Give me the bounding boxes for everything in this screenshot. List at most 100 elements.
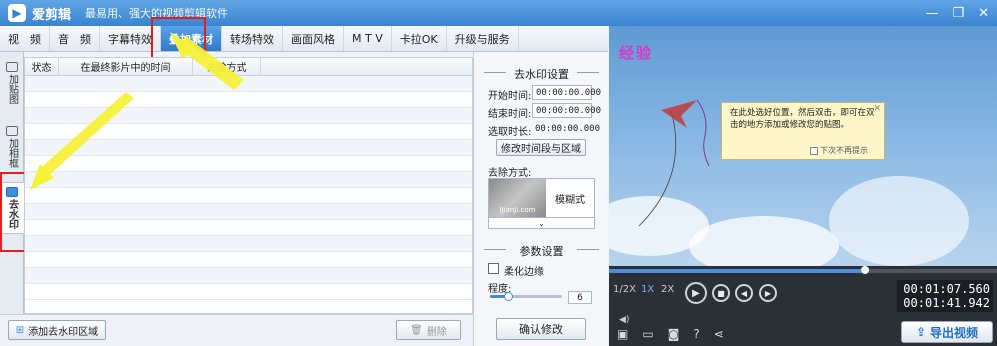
tooltip-text: 在此处选好位置，然后双击，即可在双击的地方添加或修改您的贴图。	[730, 108, 875, 130]
confirm-modify-button[interactable]: 确认修改	[496, 318, 586, 340]
add-region-icon: ⊞	[15, 324, 25, 336]
maximize-icon[interactable]: ❐	[952, 6, 964, 21]
save-icon[interactable]: ◙	[668, 327, 680, 341]
table-row	[25, 108, 472, 124]
table-row	[25, 156, 472, 172]
help-icon[interactable]: ?	[693, 327, 699, 341]
watermark-region-table: 状态 在最终影片中的时间 去除方式	[24, 57, 473, 314]
share-icon[interactable]: ⋖	[714, 327, 724, 341]
snapshot-icon[interactable]: ▣	[617, 327, 628, 341]
dont-show-again-checkbox[interactable]	[810, 147, 818, 155]
tab-mtv[interactable]: M T V	[344, 26, 392, 51]
end-time-label: 结束时间:	[488, 109, 532, 120]
progress-knob[interactable]	[861, 266, 870, 274]
export-video-button[interactable]: ⇪ 导出视频	[901, 321, 993, 343]
tab-karaoke[interactable]: 卡拉OK	[392, 26, 447, 51]
table-row	[25, 92, 472, 108]
app-logo-icon: ▶	[8, 4, 26, 22]
tab-audio[interactable]: 音 频	[50, 26, 100, 51]
speed-2x[interactable]: 2X	[661, 284, 674, 295]
table-body	[25, 76, 472, 300]
folder-icon[interactable]: ▭	[642, 327, 653, 341]
tooltip: ✕ 在此处选好位置，然后双击，即可在双击的地方添加或修改您的贴图。 下次不再提示	[721, 102, 885, 160]
speed-half[interactable]: 1/2X	[613, 284, 636, 295]
degree-slider[interactable]	[490, 292, 562, 301]
export-icon: ⇪	[915, 325, 927, 339]
table-row	[25, 220, 472, 236]
degree-input[interactable]: 6	[568, 291, 592, 304]
main-tab-bar: 视 频 音 频 字幕特效 叠加素材 转场特效 画面风格 M T V 卡拉OK 升…	[0, 26, 608, 52]
add-frame-button[interactable]: 加相框	[0, 126, 24, 168]
table-row	[25, 252, 472, 268]
method-name: 模糊式	[555, 194, 585, 206]
duration-value: 00:00:00.000	[535, 123, 601, 134]
trash-icon: 🗑	[410, 324, 423, 336]
video-preview[interactable]: 经验 ✕ 在此处选好位置，然后双击，即可在双击的地方添加或修改您的贴图。 下次不…	[609, 26, 997, 266]
column-status[interactable]: 状态	[25, 58, 59, 75]
time-readout: 00:01:07.560 00:01:41.942	[897, 280, 993, 312]
table-header: 状态 在最终影片中的时间 去除方式	[25, 58, 472, 76]
dont-show-again-label: 下次不再提示	[820, 146, 868, 155]
add-sticker-label: 加贴图	[6, 74, 18, 104]
previous-frame-icon[interactable]: ◀	[735, 284, 753, 302]
table-row	[25, 76, 472, 92]
method-preview-thumbnail: IJianJi.com	[489, 179, 546, 217]
close-icon[interactable]: ✕	[978, 6, 989, 21]
table-row	[25, 172, 472, 188]
delete-button[interactable]: 🗑 删除	[396, 320, 461, 340]
frame-icon	[6, 126, 18, 136]
soften-edges-checkbox[interactable]	[488, 263, 499, 274]
watermark-text[interactable]: 经验	[619, 42, 653, 63]
table-row	[25, 268, 472, 284]
column-filler	[261, 58, 472, 75]
dont-show-again[interactable]: 下次不再提示	[810, 145, 868, 157]
progress-fill	[609, 269, 866, 273]
player-icon-row: ▣ ▭ ◙ ? ⋖	[609, 324, 759, 344]
sticker-icon	[6, 62, 18, 72]
add-frame-label: 加相框	[6, 138, 18, 168]
start-time-input[interactable]: 00:00:00.000	[532, 85, 601, 100]
minimize-icon[interactable]: —	[925, 6, 938, 21]
column-removal-method[interactable]: 去除方式	[193, 58, 261, 75]
duration-label: 选取时长:	[488, 127, 532, 138]
table-row	[25, 124, 472, 140]
removal-method-select[interactable]: IJianJi.com 模糊式	[488, 178, 595, 218]
player-controls: 1/2X 1X 2X ▶ ■ ◀ ▶ 00:01:07.560 00:01:41…	[609, 266, 997, 346]
delete-label: 删除	[426, 326, 447, 338]
progress-bar[interactable]	[609, 266, 997, 274]
app-name: 爱剪辑	[32, 7, 72, 23]
degree-slider-knob[interactable]	[504, 292, 513, 301]
current-time: 00:01:07.560	[903, 282, 990, 296]
settings-title: 去水印设置	[474, 66, 609, 82]
tab-picture-style[interactable]: 画面风格	[283, 26, 344, 51]
add-watermark-region-button[interactable]: ⊞ 添加去水印区域	[8, 320, 106, 340]
export-video-label: 导出视频	[930, 325, 979, 340]
total-time: 00:01:41.942	[903, 296, 990, 310]
modify-time-region-button[interactable]: 修改时间段与区域	[496, 139, 586, 156]
start-time-label: 开始时间:	[488, 91, 532, 102]
table-row	[25, 188, 472, 204]
param-title: 参数设置	[474, 243, 609, 259]
title-bar: ▶ 爱剪辑 最易用、强大的视频剪辑软件 — ❐ ✕	[0, 0, 997, 26]
table-row	[25, 140, 472, 156]
tab-video[interactable]: 视 频	[0, 26, 50, 51]
column-time-in-movie[interactable]: 在最终影片中的时间	[59, 58, 193, 75]
removal-method-label: 去除方式:	[488, 168, 532, 179]
table-row	[25, 204, 472, 220]
table-row	[25, 284, 472, 300]
tooltip-close-icon[interactable]: ✕	[873, 103, 881, 115]
next-frame-icon[interactable]: ▶	[759, 284, 777, 302]
play-icon[interactable]: ▶	[685, 282, 707, 304]
method-dropdown-chevron-icon[interactable]: ⌄	[488, 218, 595, 229]
tab-transitions[interactable]: 转场特效	[222, 26, 283, 51]
stop-icon[interactable]: ■	[712, 284, 730, 302]
add-watermark-region-label: 添加去水印区域	[28, 326, 99, 338]
add-sticker-button[interactable]: 加贴图	[0, 62, 24, 104]
bottom-bar: ⊞ 添加去水印区域 🗑 删除	[0, 314, 473, 346]
table-row	[25, 236, 472, 252]
speed-1x[interactable]: 1X	[641, 284, 654, 295]
tab-upgrade-services[interactable]: 升级与服务	[447, 26, 519, 51]
end-time-input[interactable]: 00:00:00.000	[532, 103, 601, 118]
window-controls: — ❐ ✕	[925, 0, 989, 26]
soften-edges-label: 柔化边缘	[504, 267, 544, 278]
